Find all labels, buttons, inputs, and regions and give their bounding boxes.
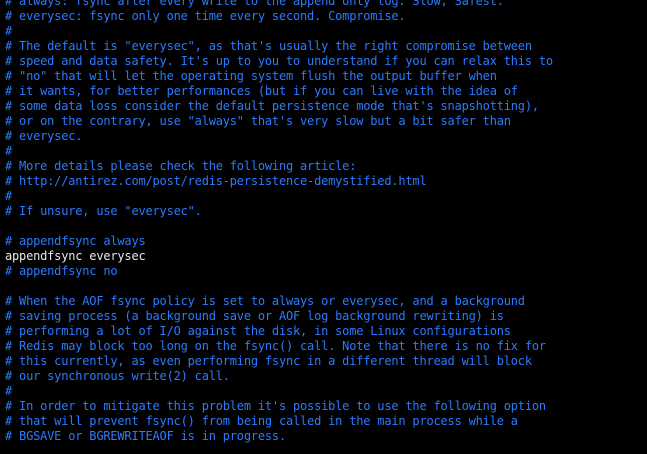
comment-line: # xyxy=(5,384,13,398)
comment-line: # speed and data safety. It's up to you … xyxy=(5,54,553,68)
comment-line: # If unsure, use "everysec". xyxy=(5,204,202,218)
comment-line: # it wants, for better performances (but… xyxy=(5,84,518,98)
comment-line: # "no" that will let the operating syste… xyxy=(5,69,497,83)
comment-line: # http://antirez.com/post/redis-persiste… xyxy=(5,174,427,188)
comment-line xyxy=(0,219,647,234)
comment-line: # The default is "everysec", as that's u… xyxy=(5,39,532,53)
comment-line: # always: fsync after every write to the… xyxy=(5,0,504,8)
comment-line: # In order to mitigate this problem it's… xyxy=(5,399,546,413)
comment-line: # performing a lot of I/O against the di… xyxy=(5,324,511,338)
terminal-window[interactable]: # always: fsync after every write to the… xyxy=(0,0,647,454)
comment-line: # this currently, as even performing fsy… xyxy=(5,354,532,368)
comment-line: # appendfsync no xyxy=(5,264,118,278)
comment-line: # BGSAVE or BGREWRITEAOF is in progress. xyxy=(5,429,286,443)
config-line: appendfsync everysec xyxy=(5,249,146,263)
comment-line xyxy=(0,279,647,294)
comment-line: # xyxy=(5,24,13,38)
comment-line: # everysec. xyxy=(5,129,83,143)
comment-line: # xyxy=(5,189,13,203)
comment-line: # everysec: fsync only one time every se… xyxy=(5,9,406,23)
comment-line: # that will prevent fsync() from being c… xyxy=(5,414,518,428)
comment-line: # appendfsync always xyxy=(5,234,146,248)
comment-line: # Redis may block too long on the fsync(… xyxy=(5,339,546,353)
comment-line: # our synchronous write(2) call. xyxy=(5,369,230,383)
comment-line: # saving process (a background save or A… xyxy=(5,309,504,323)
comment-line: # xyxy=(5,144,13,158)
comment-line: # or on the contrary, use "always" that'… xyxy=(5,114,511,128)
comment-line: # some data loss consider the default pe… xyxy=(5,99,539,113)
comment-line: # More details please check the followin… xyxy=(5,159,357,173)
comment-line: # When the AOF fsync policy is set to al… xyxy=(5,294,525,308)
